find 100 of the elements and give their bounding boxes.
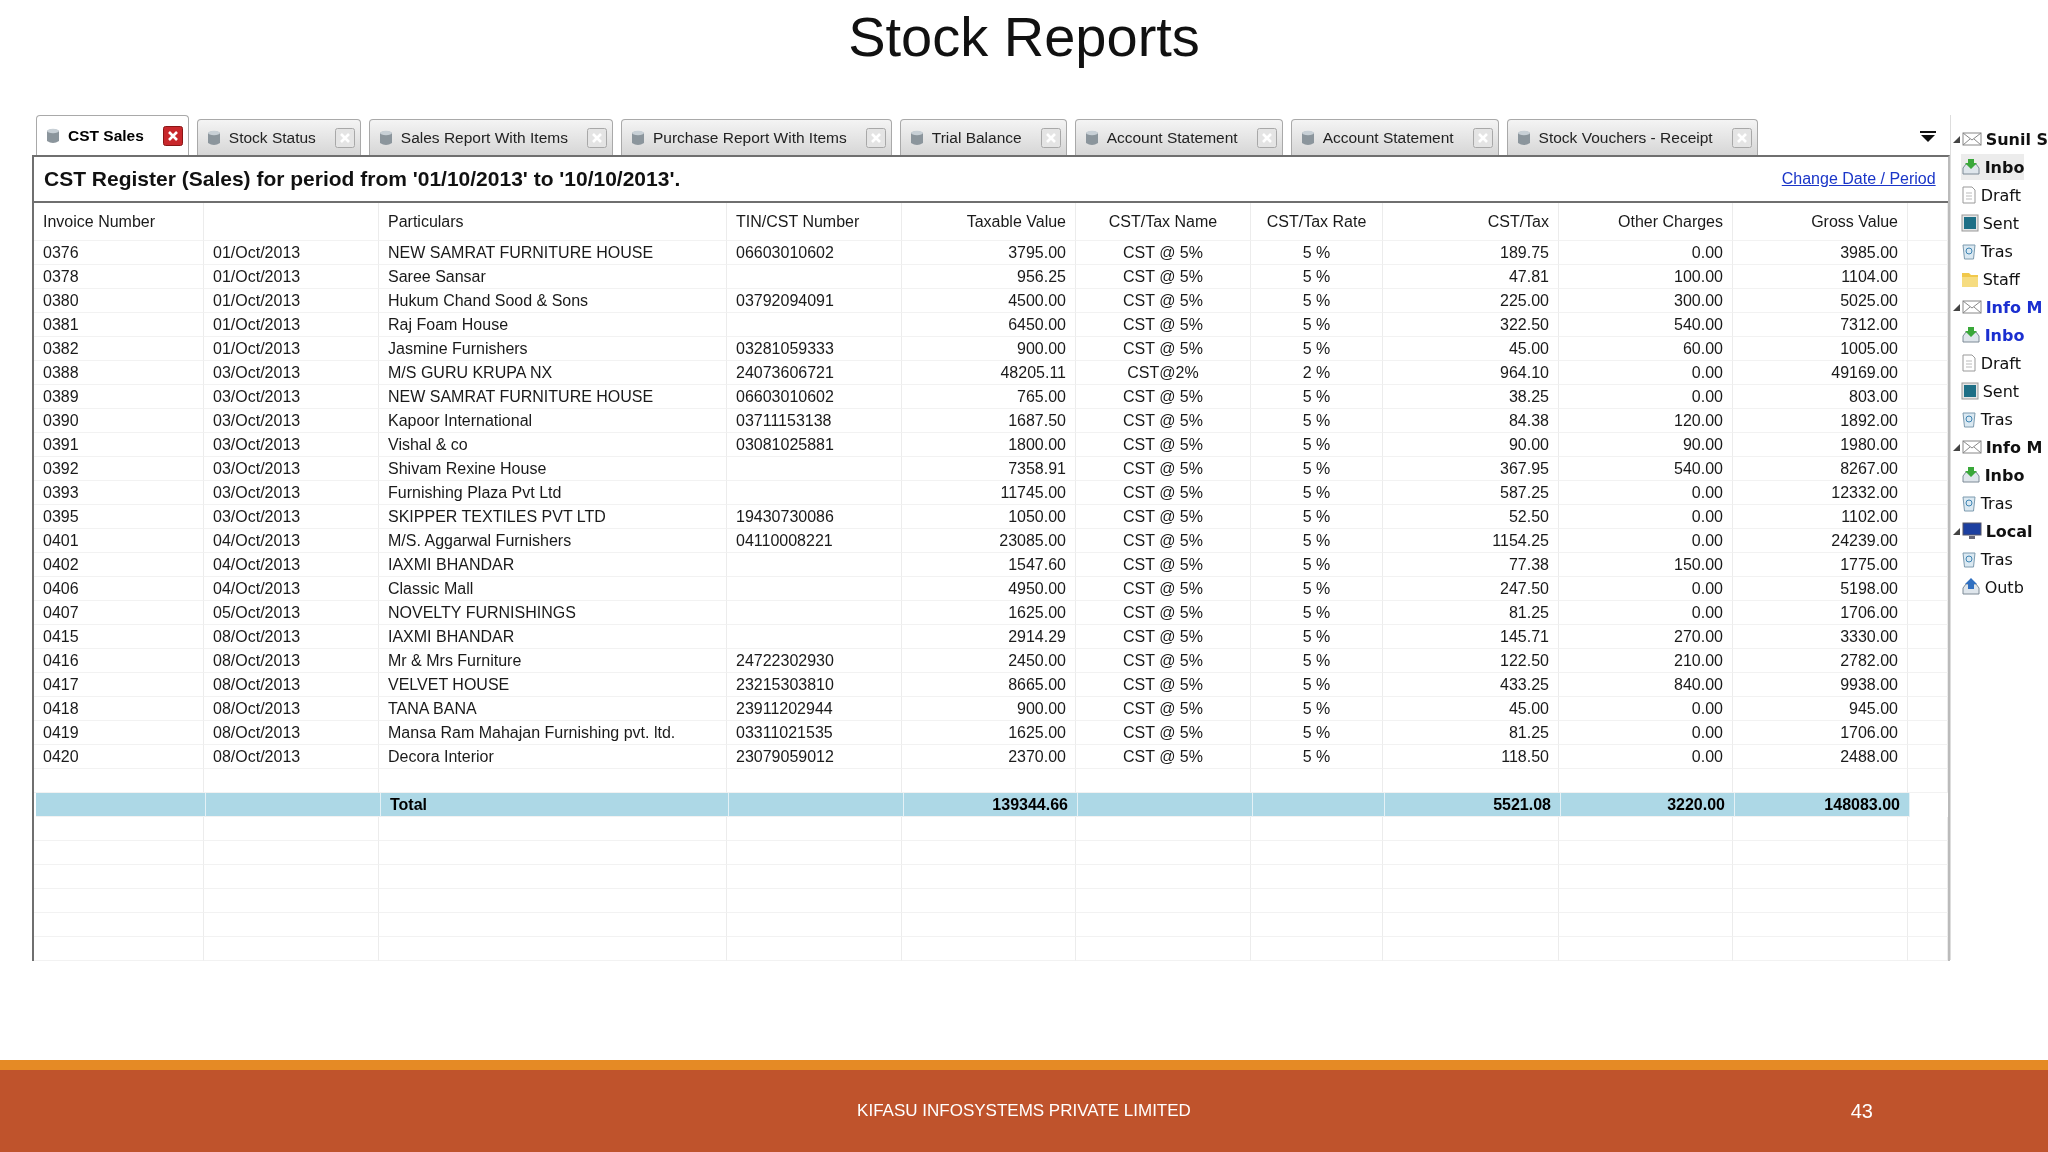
folder-item[interactable]: Tras xyxy=(1960,546,2013,572)
expand-arrow-icon[interactable] xyxy=(1952,527,1960,535)
table-cell: 8665.00 xyxy=(1008,675,1066,694)
table-cell: 5 % xyxy=(1302,531,1331,550)
table-cell: 0.00 xyxy=(1691,531,1723,550)
square-icon xyxy=(1960,214,1979,232)
monitor-icon xyxy=(1961,522,1982,540)
table-cell: CST @ 5% xyxy=(1123,243,1203,262)
table-cell: CST @ 5% xyxy=(1123,339,1203,358)
table-cell: 0401 xyxy=(43,531,79,550)
folder-item[interactable]: Local xyxy=(1961,518,2033,544)
table-cell: 0376 xyxy=(43,243,79,262)
table-cell: 84.38 xyxy=(1508,411,1549,430)
folder-item[interactable]: Draft xyxy=(1960,350,2021,376)
table-cell: 0.00 xyxy=(1691,387,1723,406)
table-cell: 1980.00 xyxy=(1840,435,1898,454)
folder-item[interactable]: Staff xyxy=(1960,266,2020,292)
empty-cell xyxy=(1908,937,1948,961)
cylinder-icon xyxy=(45,126,61,145)
table-cell: 38.25 xyxy=(1508,387,1549,406)
cylinder-icon xyxy=(205,128,222,147)
inbox-icon xyxy=(1960,466,1981,484)
folder-item[interactable]: Sent xyxy=(1960,210,2020,236)
table-cell: 433.25 xyxy=(1500,675,1549,694)
table-cell: 03/Oct/2013 xyxy=(213,411,301,430)
folder-item[interactable]: Inbo xyxy=(1960,462,2025,488)
table-cell: 90.00 xyxy=(1508,435,1549,454)
folder-item[interactable]: Inbo xyxy=(1960,154,2025,180)
table-cell: 9938.00 xyxy=(1840,675,1898,694)
table-cell: 5 % xyxy=(1302,627,1331,646)
table-cell: 1625.00 xyxy=(1008,603,1066,622)
table-cell: 24239.00 xyxy=(1831,531,1898,550)
table-cell: 150.00 xyxy=(1674,555,1723,574)
folder-item[interactable]: Draft xyxy=(1960,182,2021,208)
table-cell: 11745.00 xyxy=(1000,483,1066,502)
table-cell: 956.25 xyxy=(1017,267,1066,286)
expand-arrow-icon[interactable] xyxy=(1952,135,1960,143)
folder-item[interactable]: Info M xyxy=(1961,434,2043,460)
table-cell: 03081025881 xyxy=(736,435,834,454)
tab[interactable]: Account Statement xyxy=(1290,119,1499,155)
table-cell: 0381 xyxy=(43,315,79,334)
trash-icon xyxy=(1960,550,1977,568)
table-cell: Furnishing Plaza Pvt Ltd xyxy=(388,483,562,502)
table-cell: 08/Oct/2013 xyxy=(213,627,301,646)
folder-item[interactable]: Tras xyxy=(1960,490,2013,516)
table-cell: 765.00 xyxy=(1017,387,1066,406)
table-cell: CST @ 5% xyxy=(1123,435,1203,454)
empty-cell xyxy=(1908,889,1948,913)
table-cell: 48205.11 xyxy=(1000,363,1066,382)
folder-item[interactable]: Tras xyxy=(1960,406,2013,432)
folder-item[interactable]: Tras xyxy=(1960,238,2013,264)
close-icon[interactable] xyxy=(162,125,183,146)
table-cell: 04110008221 xyxy=(736,531,833,550)
expand-arrow-icon[interactable] xyxy=(1952,303,1960,311)
table-cell: 0418 xyxy=(43,699,79,718)
table-cell: 03/Oct/2013 xyxy=(213,363,301,382)
table-cell: 0388 xyxy=(43,363,79,382)
table-cell: Mr & Mrs Furniture xyxy=(388,651,522,670)
table-cell: 03/Oct/2013 xyxy=(213,507,301,526)
table-cell: 120.00 xyxy=(1674,411,1723,430)
table-cell: 2370.00 xyxy=(1008,747,1066,766)
table-cell: 24073606721 xyxy=(736,363,834,382)
inbox-icon xyxy=(1960,158,1981,176)
table-cell: CST @ 5% xyxy=(1123,267,1203,286)
table-cell: CST @ 5% xyxy=(1123,315,1203,334)
table-cell: 08/Oct/2013 xyxy=(213,675,301,694)
tab[interactable]: Stock Vouchers - Receipt xyxy=(1506,119,1758,155)
tab[interactable]: Trial Balance xyxy=(899,119,1067,155)
table-cell: 1892.00 xyxy=(1840,411,1898,430)
change-date-link[interactable]: Change Date / Period xyxy=(1781,170,1936,188)
expand-arrow-icon[interactable] xyxy=(1952,443,1960,451)
dropdown-icon[interactable] xyxy=(1919,131,1936,143)
table-cell: 5 % xyxy=(1302,699,1331,718)
tab[interactable]: Account Statement xyxy=(1074,119,1283,155)
column-header: Invoice Number xyxy=(43,212,156,231)
table-cell: Vishal & co xyxy=(388,435,468,454)
trash-icon xyxy=(1960,242,1977,260)
table-cell: CST @ 5% xyxy=(1123,603,1203,622)
tab[interactable]: Purchase Report With Items xyxy=(620,119,892,155)
table-cell: 0.00 xyxy=(1691,243,1723,262)
table-cell: 06603010602 xyxy=(736,243,834,262)
total-cell: 148083.00 xyxy=(1824,795,1900,814)
folder-item[interactable]: Outb xyxy=(1960,574,2024,600)
table-cell: 0415 xyxy=(43,627,79,646)
tab[interactable]: Stock Status xyxy=(196,119,361,155)
folder-item[interactable]: Inbo xyxy=(1960,322,2025,348)
table-cell: CST@2% xyxy=(1127,363,1199,382)
table-cell: 03/Oct/2013 xyxy=(213,435,301,454)
column-header: Taxable Value xyxy=(966,212,1066,231)
folder-item[interactable]: Sunil S xyxy=(1961,126,2048,152)
table-cell: 04/Oct/2013 xyxy=(213,555,301,574)
table-cell: IAXMI BHANDAR xyxy=(388,627,515,646)
tab[interactable]: Sales Report With Items xyxy=(368,119,613,155)
table-cell: CST @ 5% xyxy=(1123,411,1203,430)
folder-item[interactable]: Info M xyxy=(1961,294,2043,320)
table-cell: 1102.00 xyxy=(1841,507,1898,526)
folder-item[interactable]: Sent xyxy=(1960,378,2020,404)
table-cell: 945.00 xyxy=(1849,699,1898,718)
table-cell: 5 % xyxy=(1302,651,1331,670)
tab[interactable]: CST Sales xyxy=(36,115,189,155)
